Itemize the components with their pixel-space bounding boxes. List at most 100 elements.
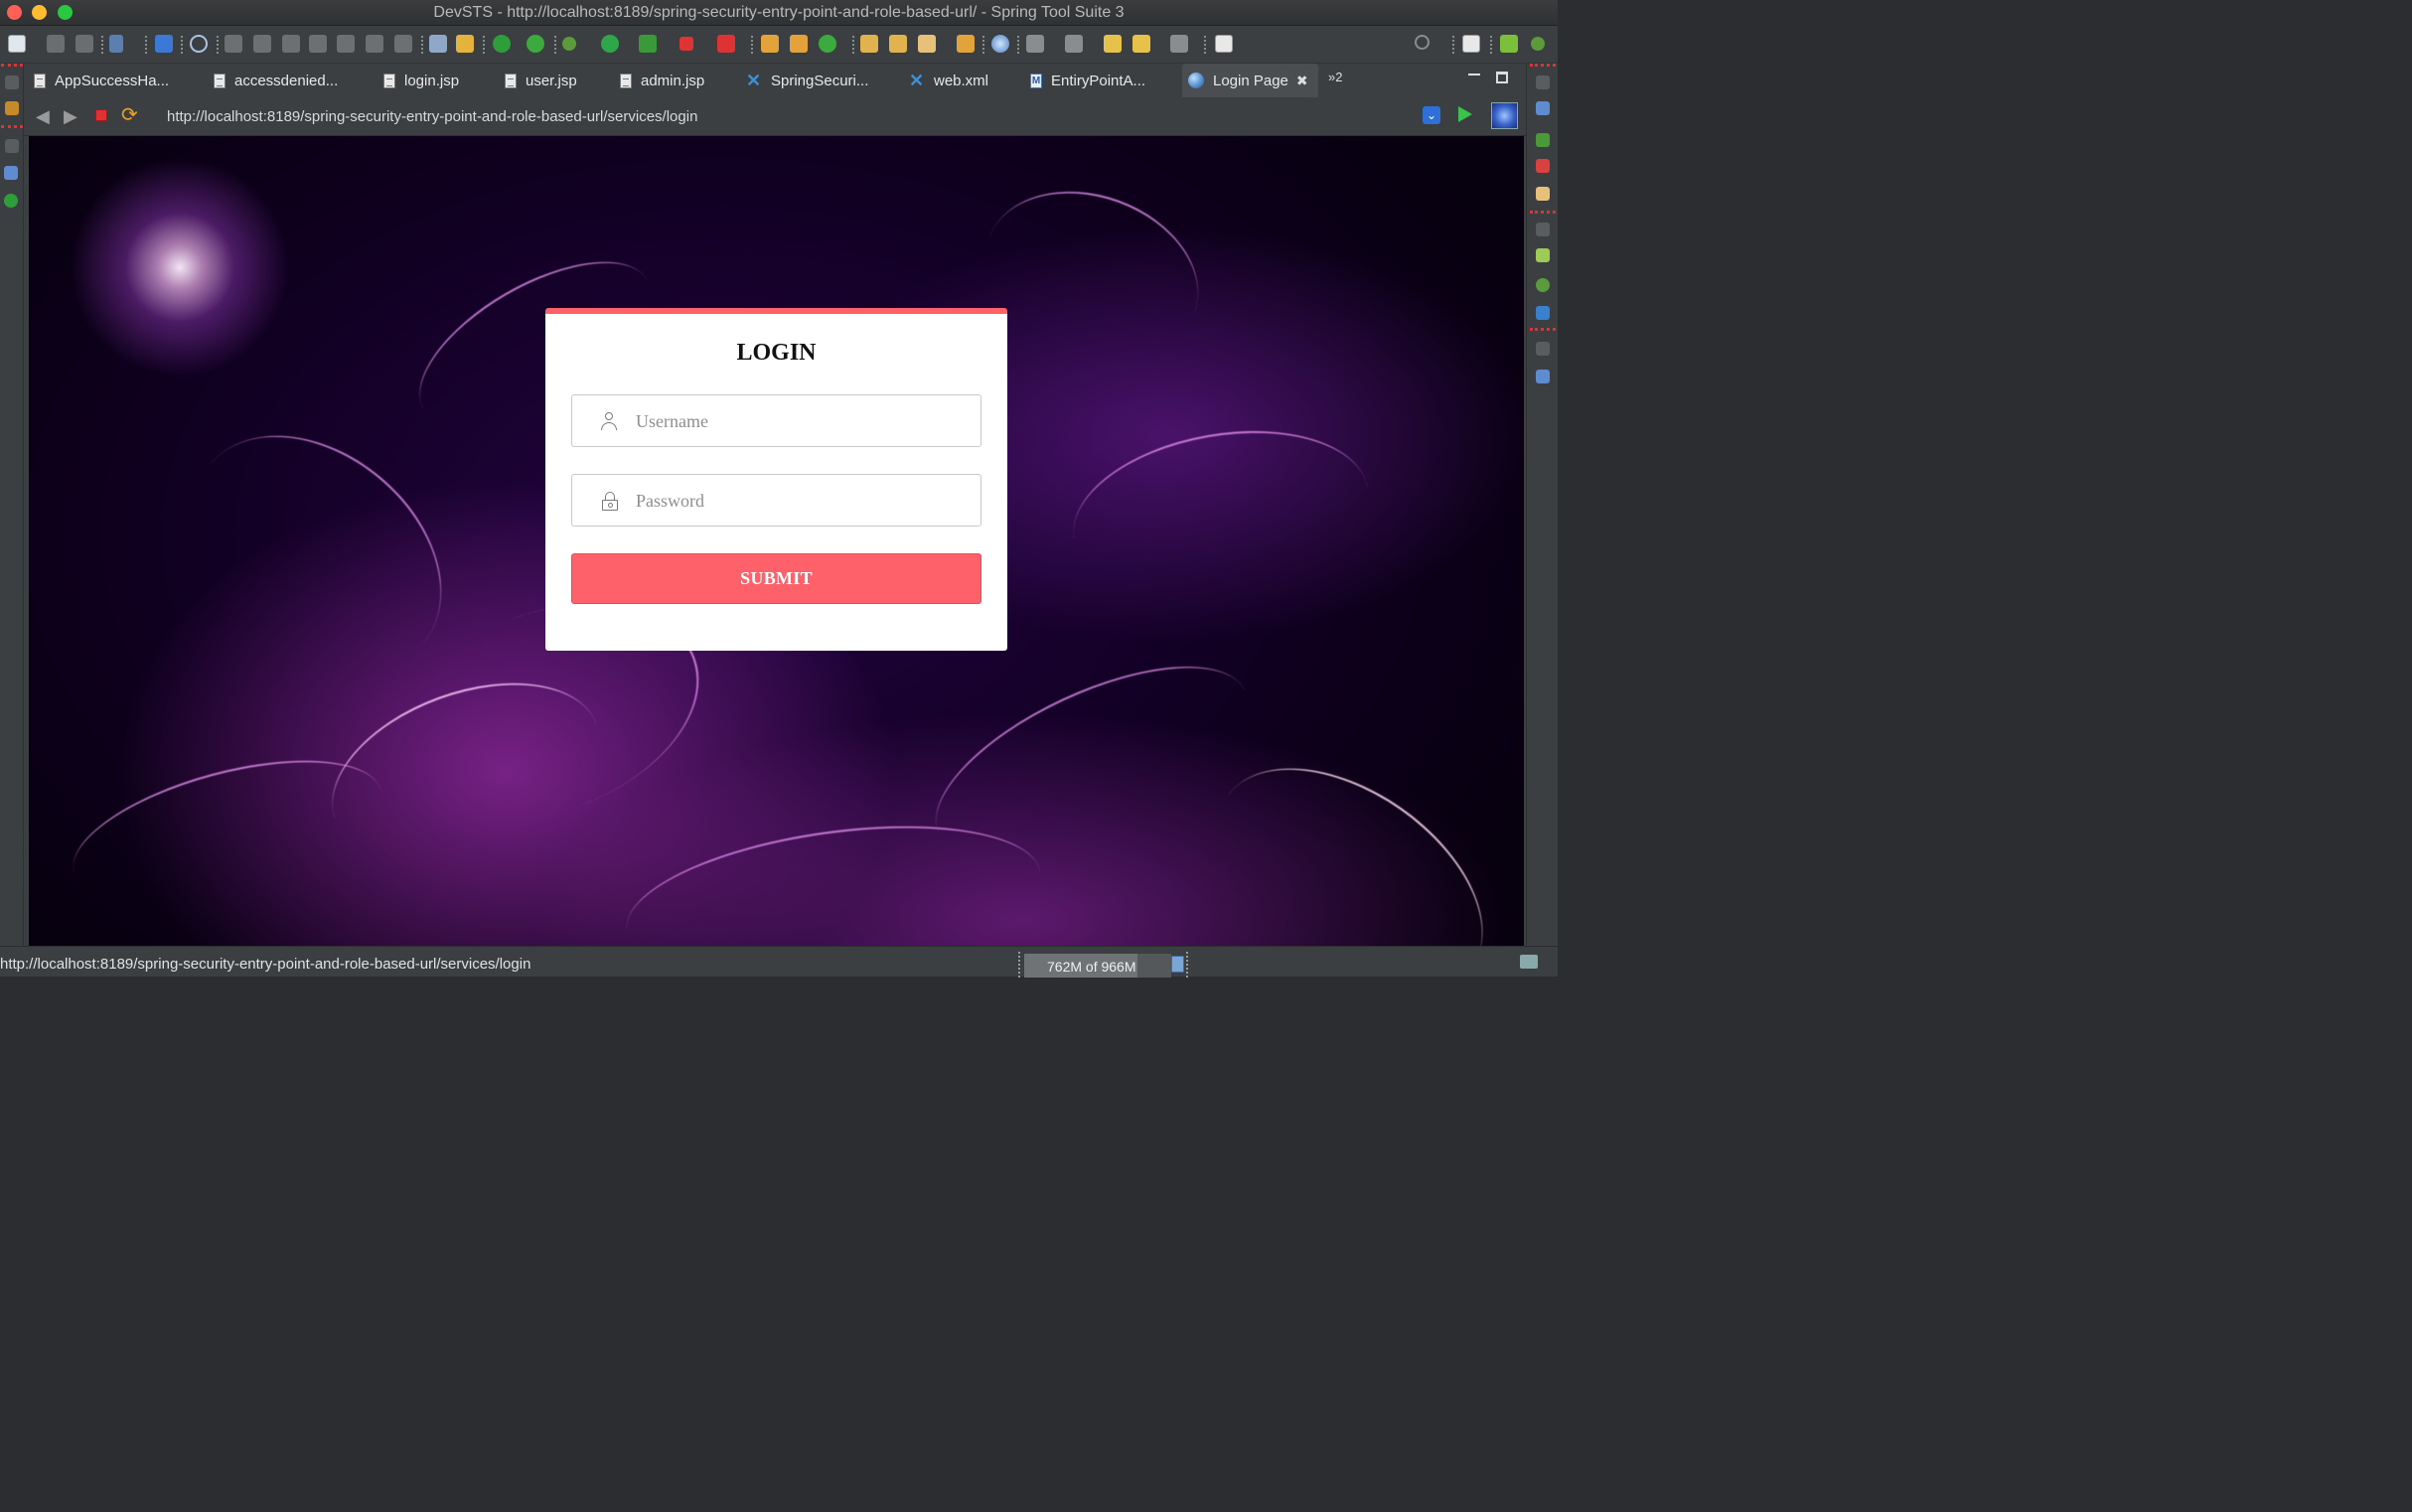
drop-to-frame-icon[interactable] (456, 35, 474, 53)
boot-dashboard-icon[interactable] (493, 35, 511, 53)
tab-springsecurity[interactable]: SpringSecuri... (746, 64, 868, 97)
open-folder-icon[interactable] (957, 35, 975, 53)
restore-icon[interactable] (1536, 76, 1550, 89)
ide-window: DevSTS - http://localhost:8189/spring-se… (0, 0, 1558, 978)
outline-view-icon[interactable] (1536, 101, 1550, 115)
stop-server-icon[interactable] (679, 37, 693, 51)
servers-icon[interactable] (4, 166, 18, 180)
step-into-icon[interactable] (337, 35, 355, 53)
problems-icon[interactable] (1536, 159, 1550, 173)
url-history-dropdown[interactable]: ⌄ (1423, 106, 1440, 124)
search-icon[interactable] (918, 35, 936, 53)
password-field[interactable] (571, 474, 981, 527)
password-input[interactable] (636, 488, 964, 514)
restore-icon[interactable] (1536, 223, 1550, 236)
debug-perspective-icon[interactable] (1531, 37, 1545, 51)
save-icon[interactable] (47, 35, 65, 53)
notification-icon[interactable] (1520, 955, 1538, 969)
resume-icon[interactable] (225, 35, 242, 53)
new-class-icon[interactable] (819, 35, 836, 53)
stop-icon[interactable] (95, 109, 107, 121)
submit-button[interactable]: SUBMIT (571, 553, 981, 604)
outline-icon[interactable] (109, 35, 123, 53)
next-annotation-icon[interactable] (1026, 35, 1044, 53)
trim-drag-handle[interactable] (1530, 328, 1556, 331)
window-title: DevSTS - http://localhost:8189/spring-se… (433, 4, 1125, 21)
skip-breakpoints-icon[interactable] (190, 35, 208, 53)
tab-admin-jsp[interactable]: admin.jsp (620, 64, 704, 97)
step-over-icon[interactable] (366, 35, 383, 53)
task-icon[interactable] (155, 35, 173, 53)
forward-arrow-icon[interactable]: ▶ (64, 107, 77, 125)
back-arrow-icon[interactable]: ◀ (36, 107, 50, 125)
save-all-icon[interactable] (75, 35, 93, 53)
tab-accessdenied[interactable]: accessdenied... (214, 64, 338, 97)
tab-user-jsp[interactable]: user.jsp (505, 64, 577, 97)
spring-perspective-icon[interactable] (1500, 35, 1518, 53)
toolbar-separator (982, 36, 984, 54)
jsp-file-icon (505, 73, 517, 88)
close-tab-icon[interactable]: ✖ (1296, 73, 1308, 89)
task-list-icon[interactable] (1536, 133, 1550, 147)
hierarchy-icon[interactable] (1536, 370, 1550, 383)
step-return-icon[interactable] (394, 35, 412, 53)
run-icon[interactable] (601, 35, 619, 53)
browser-icon[interactable] (1491, 102, 1518, 129)
external-tools-icon[interactable] (717, 35, 735, 53)
restore-icon[interactable] (5, 139, 19, 153)
trim-drag-handle[interactable] (1, 125, 23, 128)
new-icon[interactable] (8, 35, 26, 53)
trim-drag-handle[interactable] (1530, 211, 1556, 214)
pin-editor-icon[interactable] (1215, 35, 1233, 53)
url-input[interactable] (163, 103, 1429, 129)
open-perspective-icon[interactable] (1462, 35, 1480, 53)
go-icon[interactable] (1458, 106, 1472, 122)
refresh-icon[interactable]: ⟳ (121, 105, 138, 125)
open-task-icon[interactable] (889, 35, 907, 53)
new-package-icon[interactable] (790, 35, 808, 53)
coverage-icon[interactable] (639, 35, 657, 53)
tab-appsuccesshandler[interactable]: AppSuccessHa... (34, 64, 169, 97)
package-explorer-icon[interactable] (5, 101, 19, 115)
back-icon[interactable] (1132, 35, 1150, 53)
use-step-filters-icon[interactable] (429, 35, 447, 53)
tab-login-jsp[interactable]: login.jsp (383, 64, 459, 97)
tab-login-page[interactable]: Login Page ✖ (1182, 64, 1318, 97)
left-trim-bar (0, 64, 24, 946)
maximize-editor-icon[interactable] (1496, 72, 1508, 83)
spring-update-icon[interactable] (527, 35, 544, 53)
toolbar-separator (181, 36, 183, 54)
minimize-editor-icon[interactable] (1468, 74, 1480, 76)
console-icon[interactable] (1536, 187, 1550, 201)
garbage-collect-icon[interactable] (1171, 956, 1184, 973)
last-edit-icon[interactable] (1104, 35, 1122, 53)
title-bar: DevSTS - http://localhost:8189/spring-se… (0, 0, 1558, 26)
spring-explorer-icon[interactable] (1536, 248, 1550, 262)
tab-label: EntiryPointA... (1051, 72, 1146, 89)
debug-view-icon[interactable] (1536, 278, 1550, 292)
open-type-icon[interactable] (860, 35, 878, 53)
boot-dashboard-icon[interactable] (4, 194, 18, 208)
toolbar-separator (1017, 36, 1019, 54)
forward-icon[interactable] (1170, 35, 1188, 53)
toolbar-separator (101, 36, 103, 54)
suspend-icon[interactable] (253, 35, 271, 53)
web-browser-icon[interactable] (991, 35, 1009, 53)
previous-annotation-icon[interactable] (1065, 35, 1083, 53)
trim-drag-handle[interactable] (1530, 64, 1556, 67)
quick-access-search-icon[interactable] (1415, 35, 1430, 50)
new-java-project-icon[interactable] (761, 35, 779, 53)
terminate-icon[interactable] (282, 35, 300, 53)
disconnect-icon[interactable] (309, 35, 327, 53)
data-source-icon[interactable] (1536, 306, 1550, 320)
username-input[interactable] (636, 408, 964, 434)
trim-drag-handle[interactable] (1, 64, 23, 67)
xml-file-icon (909, 74, 925, 88)
debug-icon[interactable] (562, 37, 576, 51)
restore-icon[interactable] (5, 76, 19, 89)
username-field[interactable] (571, 394, 981, 447)
tab-web-xml[interactable]: web.xml (909, 64, 988, 97)
restore-icon[interactable] (1536, 342, 1550, 356)
tabs-overflow-menu[interactable]: »2 (1328, 70, 1342, 84)
tab-entirypoint[interactable]: M EntiryPointA... (1030, 64, 1145, 97)
